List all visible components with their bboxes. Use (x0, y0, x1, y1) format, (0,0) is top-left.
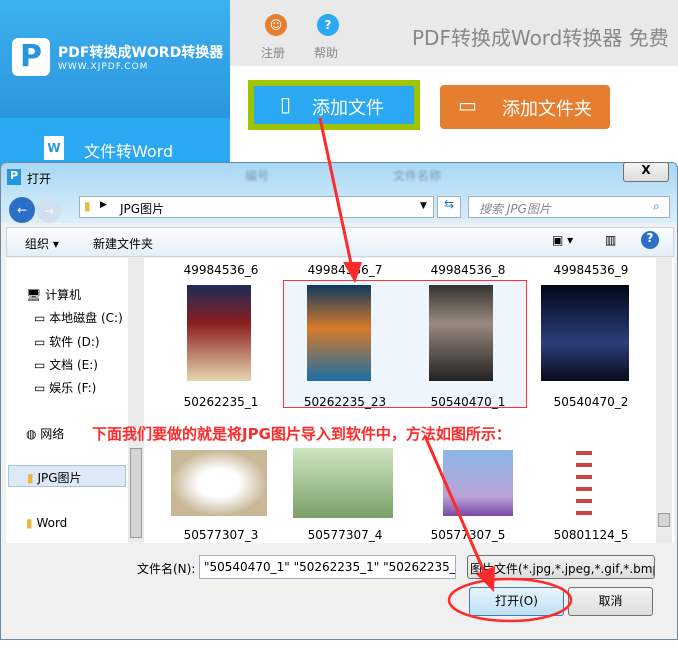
arrow-head (343, 262, 362, 283)
highlight-ellipse (447, 577, 573, 623)
arrow-line (423, 435, 488, 577)
annotation-overlay (318, 117, 573, 623)
arrow-line (318, 117, 354, 269)
